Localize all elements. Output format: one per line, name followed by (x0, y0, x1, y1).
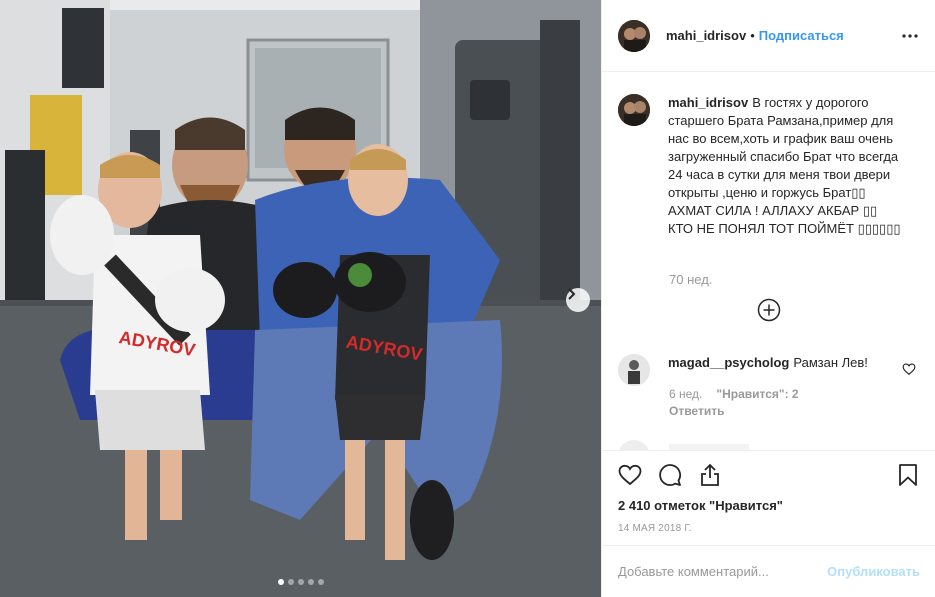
post-dialog: ADYROV ADYROV mahi_idrisov • Подписаться… (0, 0, 935, 597)
save-button[interactable] (896, 463, 920, 487)
heart-icon (902, 363, 916, 376)
caption-body: В гостях у дорогого старшего Брата Рамза… (668, 95, 901, 236)
more-options-button[interactable] (900, 26, 920, 46)
carousel-dot (317, 579, 324, 585)
carousel-dot (287, 579, 294, 585)
ellipsis-icon (902, 34, 918, 38)
comment-text: magad__psycholog Рамзан Лев! (668, 354, 882, 386)
comment-button[interactable] (658, 463, 682, 487)
load-more-comments-button[interactable] (757, 298, 781, 322)
avatar-image (618, 94, 650, 126)
caption-time[interactable]: 70 нед. (669, 272, 712, 287)
comment-username[interactable]: magad__psycholog (668, 355, 789, 370)
post-photo[interactable]: ADYROV ADYROV (0, 0, 601, 597)
comment-item: magad__psycholog Рамзан Лев! (618, 354, 882, 386)
comment-meta: 6 нед. "Нравится": 2 (669, 387, 799, 401)
action-icons (618, 463, 722, 487)
comment-time[interactable]: 6 нед. (669, 387, 702, 401)
header-separator: • (750, 28, 755, 43)
heart-icon (618, 464, 642, 486)
comment-body: Рамзан Лев! (793, 355, 868, 370)
comment-like-button[interactable] (902, 362, 916, 376)
caption-username[interactable]: mahi_idrisov (668, 95, 748, 110)
chevron-right-icon (568, 288, 576, 300)
add-comment-bar: Опубликовать (602, 545, 935, 597)
share-button[interactable] (698, 463, 722, 487)
comments-list[interactable]: mahi_idrisov В гостях у дорогого старшего… (602, 72, 935, 450)
speech-bubble-icon (659, 464, 681, 486)
follow-button[interactable]: Подписаться (759, 28, 844, 43)
next-photo-button[interactable] (566, 288, 590, 312)
post-comment-button[interactable]: Опубликовать (827, 564, 920, 579)
avatar-image (618, 354, 650, 386)
reply-button[interactable]: Ответить (669, 404, 724, 418)
share-icon (701, 463, 719, 486)
like-button[interactable] (618, 463, 642, 487)
next-comment-avatar (618, 440, 650, 450)
post-date[interactable]: 14 МАЯ 2018 Г. (618, 523, 692, 534)
caption-text: mahi_idrisov В гостях у дорогого старшего… (668, 94, 904, 238)
comment-avatar[interactable] (618, 354, 650, 386)
bookmark-icon (899, 464, 917, 486)
post-side-panel: mahi_idrisov • Подписаться mahi_idrisov … (601, 0, 935, 597)
comment-input[interactable] (618, 564, 828, 579)
comment-likes[interactable]: "Нравится": 2 (716, 387, 798, 401)
carousel-dot (307, 579, 314, 585)
caption-avatar[interactable] (618, 94, 650, 126)
post-header: mahi_idrisov • Подписаться (602, 0, 935, 72)
plus-circle-icon (757, 298, 781, 322)
likes-count[interactable]: 2 410 отметок "Нравится" (618, 498, 783, 513)
avatar[interactable] (618, 19, 650, 52)
carousel-dot (277, 579, 284, 585)
header-username[interactable]: mahi_idrisov (666, 28, 746, 43)
carousel-indicator (0, 579, 601, 585)
avatar-image (618, 19, 650, 52)
carousel-dot (297, 579, 304, 585)
photo-illustration: ADYROV ADYROV (0, 0, 601, 597)
caption: mahi_idrisov В гостях у дорогого старшего… (618, 94, 904, 238)
